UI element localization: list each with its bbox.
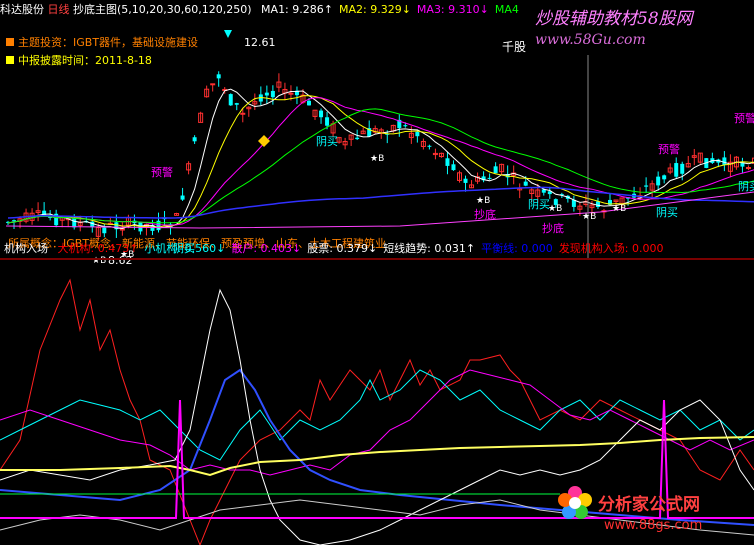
candle-body	[180, 195, 185, 200]
candle-body	[595, 201, 600, 207]
panel-separator	[0, 258, 754, 260]
candle-body	[319, 110, 324, 118]
candle-body	[451, 164, 456, 171]
watermark-bottom-url: www.88gs.com	[604, 518, 703, 533]
candle-body	[674, 163, 679, 177]
candle-body	[72, 218, 77, 228]
signal-label: 预警	[734, 112, 754, 125]
candle-body	[307, 100, 311, 106]
candle-body	[427, 145, 432, 147]
lower-values: 大机构: 0.473↑ 小机构: 0.560↓ 散户: 0.403↓ 股票: 0.37…	[52, 242, 664, 255]
candle-body	[680, 163, 685, 174]
candle-body	[156, 220, 161, 231]
candle-body	[325, 117, 330, 126]
signal-label: 阴买	[738, 180, 754, 193]
lower-indicator-item: 大机构: 0.473↑	[57, 242, 139, 255]
lower-indicator-item: 平衡线: 0.000	[481, 242, 553, 255]
candle-body	[487, 177, 492, 179]
candle-body	[445, 158, 450, 166]
candle-body	[355, 137, 360, 140]
star-b-marker: ★B	[548, 204, 563, 214]
lower-indicator-item: 短线趋势: 0.031↑	[383, 242, 476, 255]
high-price-label: 12.61	[244, 36, 276, 49]
candle-body	[119, 228, 125, 231]
star-b-marker: ★B	[612, 204, 627, 214]
lower-header: 机构入场 大机构: 0.473↑ 小机构: 0.560↓ 散户: 0.403↓ 股票:…	[4, 241, 664, 257]
watermark-top-url: www.58Gu.com	[535, 32, 646, 48]
star-b-marker: ★B	[582, 212, 597, 222]
high-marker-icon	[224, 30, 232, 38]
lower-indicator-item: 发现机构入场: 0.000	[558, 242, 664, 255]
candle-body	[493, 166, 498, 174]
candle-body	[656, 176, 661, 186]
signal-label: 阴买	[528, 198, 550, 211]
candle-body	[240, 112, 246, 115]
candle-body	[288, 92, 294, 95]
qiangu-label[interactable]: 千股	[502, 38, 526, 55]
candle-body	[523, 181, 528, 186]
candle-body	[644, 185, 649, 187]
candle-body	[192, 137, 197, 142]
candle-body	[210, 83, 216, 86]
candle-body	[228, 94, 233, 106]
candle-body	[234, 103, 239, 105]
signal-label: 抄底	[542, 222, 564, 235]
lower-indicator-item: 股票: 0.379↓	[307, 242, 378, 255]
star-b-marker: ★B	[476, 196, 491, 206]
candle-body	[102, 227, 107, 234]
candle-body	[415, 131, 420, 137]
signal-label: 阴买	[316, 135, 338, 148]
lower-indicator-name[interactable]: 机构入场	[4, 242, 48, 255]
diamond-marker-icon	[258, 135, 270, 147]
lower-indicator-item: 小机构: 0.560↓	[144, 242, 226, 255]
chart-canvas[interactable]	[0, 0, 754, 545]
candle-body	[403, 125, 408, 127]
watermark-top: 炒股辅助教材58股网	[535, 9, 693, 29]
candle-body	[12, 220, 17, 222]
flower-logo-icon	[558, 486, 592, 520]
signal-label: 抄底	[474, 208, 496, 221]
lower-indicator-item: 散户: 0.403↓	[231, 242, 302, 255]
retail-line	[0, 369, 754, 476]
candle-body	[740, 163, 745, 167]
small-institution-line	[0, 369, 754, 461]
watermark-bottom: 分析家公式网	[598, 495, 700, 515]
candle-body	[264, 92, 269, 96]
candle-body	[463, 178, 468, 183]
signal-label: 阴买	[656, 206, 678, 219]
signal-label: 预警	[658, 143, 680, 156]
candle-body	[722, 157, 727, 165]
candle-body	[662, 175, 667, 180]
candle-body	[270, 90, 275, 98]
ma4-line	[7, 108, 754, 224]
star-b-marker: ★B	[370, 154, 385, 164]
signal-label: 预警	[151, 166, 173, 179]
candle-body	[216, 74, 221, 79]
